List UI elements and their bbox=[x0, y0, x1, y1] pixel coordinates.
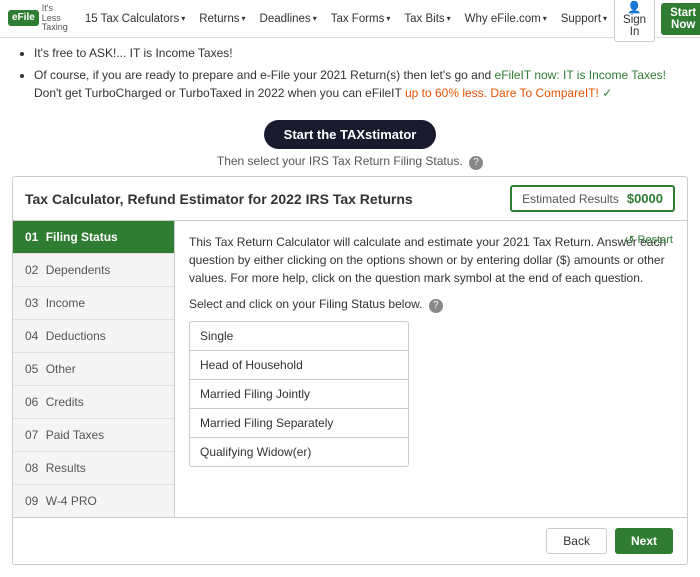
chevron-down-icon: ▾ bbox=[242, 14, 246, 23]
banner: It's free to ASK!... IT is Income Taxes!… bbox=[0, 38, 700, 116]
filing-prompt: Select and click on your Filing Status b… bbox=[189, 297, 673, 313]
efile-it-link[interactable]: eFileIT now: IT is Income Taxes! bbox=[495, 68, 666, 82]
filing-option-married-separately[interactable]: Married Filing Separately bbox=[189, 408, 409, 438]
sign-in-button[interactable]: 👤 Sign In bbox=[614, 0, 655, 42]
estimated-label: Estimated Results bbox=[522, 192, 619, 206]
chevron-down-icon: ▾ bbox=[543, 14, 547, 23]
filing-options: Single Head of Household Married Filing … bbox=[189, 321, 409, 467]
logo: eFile It's Less Taxing bbox=[8, 4, 68, 34]
chevron-down-icon: ▾ bbox=[447, 14, 451, 23]
sidebar-item-deductions[interactable]: 04 Deductions bbox=[13, 320, 174, 353]
filing-option-head-of-household[interactable]: Head of Household bbox=[189, 350, 409, 380]
sidebar-item-other[interactable]: 05 Other bbox=[13, 353, 174, 386]
next-button[interactable]: Next bbox=[615, 528, 673, 554]
restart-button[interactable]: ↺ Restart bbox=[624, 233, 673, 247]
restart-icon: ↺ bbox=[624, 233, 634, 247]
nav-deadlines[interactable]: Deadlines ▾ bbox=[253, 0, 324, 38]
checkmark-icon: ✓ bbox=[602, 86, 612, 100]
calc-sidebar: 01 Filing Status 02 Dependents 03 Income… bbox=[13, 221, 175, 517]
sidebar-item-w4-pro[interactable]: 09 W-4 PRO bbox=[13, 485, 174, 517]
calc-footer: Back Next bbox=[13, 517, 687, 564]
calculator-section: Tax Calculator, Refund Estimator for 202… bbox=[12, 176, 688, 565]
nav-tax-forms[interactable]: Tax Forms ▾ bbox=[324, 0, 398, 38]
estimated-value: $0000 bbox=[627, 191, 663, 206]
nav-tax-bits[interactable]: Tax Bits ▾ bbox=[397, 0, 457, 38]
calc-intro: This Tax Return Calculator will calculat… bbox=[189, 233, 673, 287]
banner-line2: Of course, if you are ready to prepare a… bbox=[34, 66, 684, 102]
chevron-down-icon: ▾ bbox=[313, 14, 317, 23]
chevron-down-icon: ▾ bbox=[386, 14, 390, 23]
logo-box: eFile bbox=[8, 10, 39, 26]
start-taxstimator-button[interactable]: Start the TAXstimator bbox=[264, 120, 437, 149]
calc-main: This Tax Return Calculator will calculat… bbox=[175, 221, 687, 517]
filing-option-single[interactable]: Single bbox=[189, 321, 409, 351]
chevron-down-icon: ▾ bbox=[603, 14, 607, 23]
sidebar-item-dependents[interactable]: 02 Dependents bbox=[13, 254, 174, 287]
sidebar-item-paid-taxes[interactable]: 07 Paid Taxes bbox=[13, 419, 174, 452]
start-now-button[interactable]: Start Now bbox=[661, 3, 700, 35]
start-section: Start the TAXstimator Then select your I… bbox=[0, 116, 700, 176]
back-button[interactable]: Back bbox=[546, 528, 607, 554]
filing-option-qualifying-widow[interactable]: Qualifying Widow(er) bbox=[189, 437, 409, 467]
nav-returns[interactable]: Returns ▾ bbox=[192, 0, 252, 38]
sidebar-item-credits[interactable]: 06 Credits bbox=[13, 386, 174, 419]
nav-support[interactable]: Support ▾ bbox=[554, 0, 614, 38]
help-icon[interactable]: ? bbox=[429, 299, 443, 313]
nav-right: 👤 Sign In Start Now bbox=[614, 0, 700, 42]
logo-sub: It's Less Taxing bbox=[42, 4, 68, 34]
estimated-results: Estimated Results $0000 bbox=[510, 185, 675, 212]
banner-line1: It's free to ASK!... IT is Income Taxes! bbox=[34, 44, 684, 62]
calc-body: 01 Filing Status 02 Dependents 03 Income… bbox=[13, 221, 687, 517]
sidebar-item-results[interactable]: 08 Results bbox=[13, 452, 174, 485]
filing-option-married-jointly[interactable]: Married Filing Jointly bbox=[189, 379, 409, 409]
nav-why-efile[interactable]: Why eFile.com ▾ bbox=[458, 0, 554, 38]
sidebar-item-income[interactable]: 03 Income bbox=[13, 287, 174, 320]
chevron-down-icon: ▾ bbox=[181, 14, 185, 23]
nav-calculators[interactable]: 15 Tax Calculators ▾ bbox=[78, 0, 192, 38]
top-nav: eFile It's Less Taxing 15 Tax Calculator… bbox=[0, 0, 700, 38]
nav-items: 15 Tax Calculators ▾ Returns ▾ Deadlines… bbox=[78, 0, 614, 38]
calc-title: Tax Calculator, Refund Estimator for 202… bbox=[25, 191, 413, 207]
help-icon[interactable]: ? bbox=[469, 156, 483, 170]
calc-header: Tax Calculator, Refund Estimator for 202… bbox=[13, 177, 687, 221]
compare-link[interactable]: up to 60% less. Dare To CompareIT! bbox=[405, 86, 599, 100]
start-sub-text: Then select your IRS Tax Return Filing S… bbox=[0, 154, 700, 170]
sidebar-item-filing-status[interactable]: 01 Filing Status bbox=[13, 221, 174, 254]
